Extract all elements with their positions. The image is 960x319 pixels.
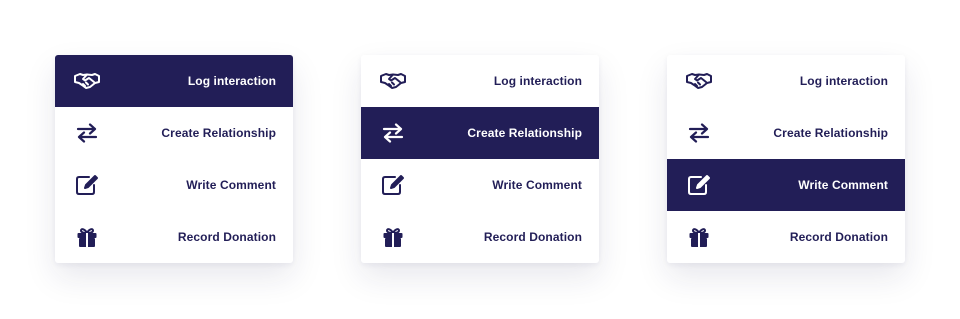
menu-item-create-relationship[interactable]: Create Relationship <box>667 107 905 159</box>
handshake-icon <box>379 70 407 92</box>
action-menu-3: Log interaction Create Relationship Writ… <box>667 55 905 263</box>
gift-icon <box>685 226 713 248</box>
menu-item-log-interaction[interactable]: Log interaction <box>667 55 905 107</box>
menu-item-label: Write Comment <box>186 178 276 192</box>
swap-arrows-icon <box>73 122 101 144</box>
edit-comment-icon <box>73 174 101 196</box>
menu-variants-stage: Log interaction Create Relationship Writ… <box>0 0 960 319</box>
menu-item-label: Write Comment <box>798 178 888 192</box>
menu-item-record-donation[interactable]: Record Donation <box>55 211 293 263</box>
menu-item-write-comment[interactable]: Write Comment <box>361 159 599 211</box>
menu-item-label: Record Donation <box>789 230 888 244</box>
menu-item-label: Create Relationship <box>467 126 582 140</box>
action-menu-1: Log interaction Create Relationship Writ… <box>55 55 293 263</box>
gift-icon <box>379 226 407 248</box>
menu-item-log-interaction[interactable]: Log interaction <box>361 55 599 107</box>
menu-item-label: Log interaction <box>493 74 582 88</box>
menu-item-record-donation[interactable]: Record Donation <box>667 211 905 263</box>
handshake-icon <box>73 70 101 92</box>
menu-item-write-comment[interactable]: Write Comment <box>667 159 905 211</box>
menu-item-label: Write Comment <box>492 178 582 192</box>
edit-comment-icon <box>379 174 407 196</box>
gift-icon <box>73 226 101 248</box>
action-menu-2: Log interaction Create Relationship Writ… <box>361 55 599 263</box>
menu-item-create-relationship[interactable]: Create Relationship <box>361 107 599 159</box>
menu-item-write-comment[interactable]: Write Comment <box>55 159 293 211</box>
menu-item-record-donation[interactable]: Record Donation <box>361 211 599 263</box>
menu-item-label: Log interaction <box>187 74 276 88</box>
swap-arrows-icon <box>379 122 407 144</box>
menu-item-label: Record Donation <box>483 230 582 244</box>
handshake-icon <box>685 70 713 92</box>
menu-item-label: Log interaction <box>799 74 888 88</box>
menu-item-label: Record Donation <box>177 230 276 244</box>
swap-arrows-icon <box>685 122 713 144</box>
menu-item-label: Create Relationship <box>773 126 888 140</box>
menu-item-create-relationship[interactable]: Create Relationship <box>55 107 293 159</box>
edit-comment-icon <box>685 174 713 196</box>
menu-item-log-interaction[interactable]: Log interaction <box>55 55 293 107</box>
menu-item-label: Create Relationship <box>161 126 276 140</box>
